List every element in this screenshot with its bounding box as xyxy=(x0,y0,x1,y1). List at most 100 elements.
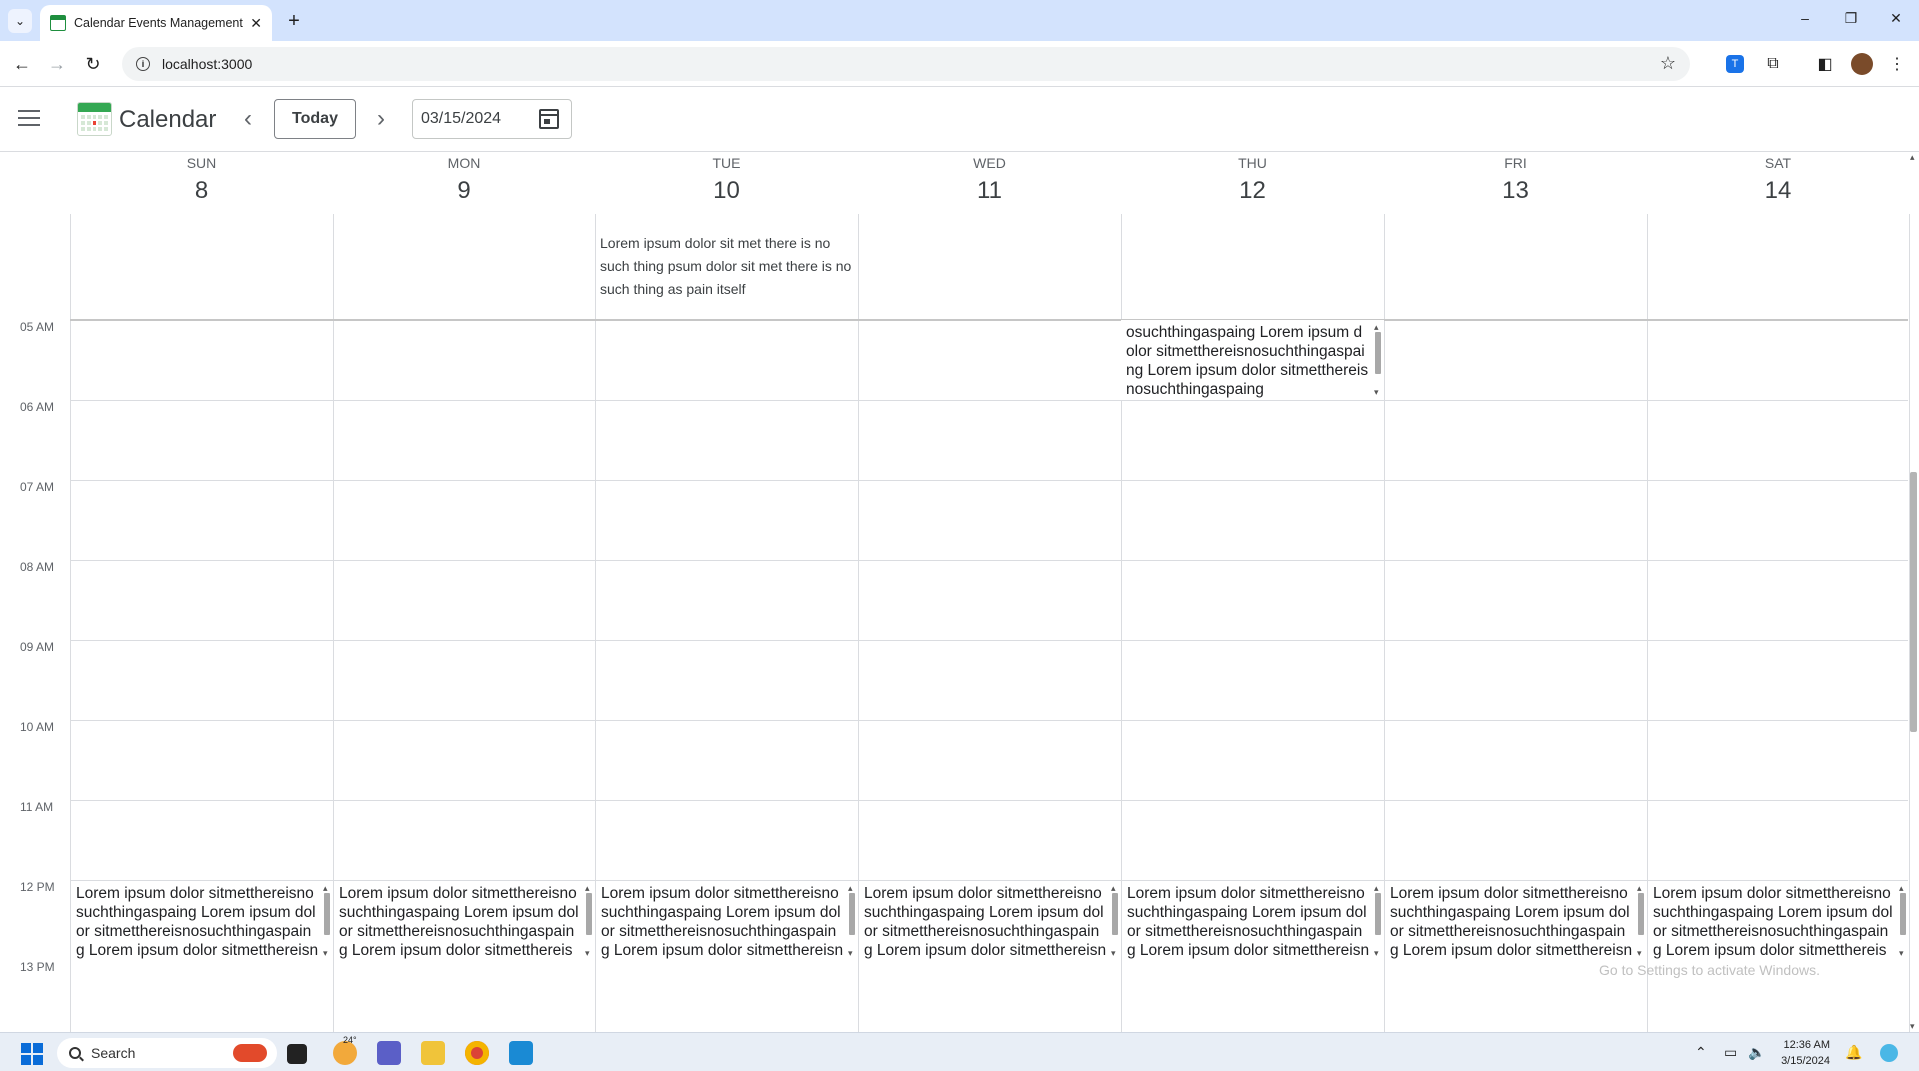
menu-icon[interactable] xyxy=(18,110,40,126)
volume-icon[interactable]: 🔈 xyxy=(1748,1044,1765,1061)
previous-week-button[interactable]: ‹ xyxy=(236,105,260,133)
close-window-button[interactable]: ✕ xyxy=(1886,10,1906,27)
event-scrollbar[interactable] xyxy=(1111,881,1119,961)
calendar-logo-icon xyxy=(77,102,112,136)
bookmark-star-icon[interactable]: ☆ xyxy=(1660,53,1676,74)
clock-date: 3/15/2024 xyxy=(1781,1055,1830,1067)
new-tab-button[interactable]: + xyxy=(282,9,306,33)
date-value: 03/15/2024 xyxy=(421,110,502,127)
day-of-week: THU xyxy=(1238,155,1267,171)
tray-overflow-icon[interactable]: ⌃ xyxy=(1695,1044,1707,1061)
taskbar-clock[interactable]: 12:36 AM 3/15/2024 xyxy=(1770,1037,1830,1069)
day-header-sat[interactable]: SAT 14 xyxy=(1647,152,1909,214)
hour-line xyxy=(70,640,1908,641)
restore-button[interactable]: ❐ xyxy=(1841,10,1861,27)
event-tue-allday[interactable]: Lorem ipsum dolor sit met there is no su… xyxy=(600,232,854,301)
profile-avatar[interactable] xyxy=(1851,53,1873,75)
event-text: Lorem ipsum dolor sitmetthereisnosuchthi… xyxy=(601,885,844,959)
reload-icon[interactable]: ↻ xyxy=(81,52,105,76)
day-of-week: SAT xyxy=(1764,155,1792,171)
scroll-down-arrow-icon[interactable]: ▾ xyxy=(1910,1021,1915,1032)
event-text: Lorem ipsum dolor sitmetthereisnosuchthi… xyxy=(76,885,319,959)
file-manager-app-icon[interactable] xyxy=(287,1044,307,1064)
taskbar-search-box[interactable]: Search xyxy=(57,1038,277,1068)
hour-line xyxy=(70,480,1908,481)
page-scrollbar[interactable]: ▴ ▾ xyxy=(1908,152,1919,1032)
event-sun-noon[interactable]: Lorem ipsum dolor sitmetthereisnosuchthi… xyxy=(71,881,333,961)
extensions-puzzle-icon[interactable]: ⧉ xyxy=(1762,53,1784,75)
vscode-app-icon[interactable] xyxy=(509,1041,533,1065)
day-number: 8 xyxy=(194,177,209,204)
event-scrollbar[interactable] xyxy=(1637,881,1645,961)
day-of-week: FRI xyxy=(1504,155,1527,171)
day-number: 10 xyxy=(713,177,740,204)
day-header-fri[interactable]: FRI 13 xyxy=(1384,152,1647,214)
copilot-icon[interactable] xyxy=(1880,1044,1898,1062)
back-arrow-icon[interactable]: ← xyxy=(10,52,34,76)
address-bar[interactable]: i localhost:3000 ☆ xyxy=(122,47,1690,81)
folder-app-icon[interactable] xyxy=(421,1041,445,1065)
today-button[interactable]: Today xyxy=(274,99,356,139)
event-scrollbar[interactable] xyxy=(1899,881,1907,961)
event-wed-noon[interactable]: Lorem ipsum dolor sitmetthereisnosuchthi… xyxy=(859,881,1121,961)
teams-app-icon[interactable] xyxy=(377,1041,401,1065)
event-scrollbar[interactable] xyxy=(1374,881,1382,961)
day-number: 14 xyxy=(1764,177,1792,204)
tab-search-button[interactable]: ⌄ xyxy=(8,9,32,33)
forward-arrow-icon[interactable]: → xyxy=(45,52,69,76)
day-header-mon[interactable]: MON 9 xyxy=(333,152,595,214)
event-scrollbar[interactable] xyxy=(585,881,593,961)
search-icon xyxy=(69,1047,81,1059)
hour-label: 09 AM xyxy=(20,640,55,654)
event-mon-noon[interactable]: Lorem ipsum dolor sitmetthereisnosuchthi… xyxy=(334,881,595,961)
event-thu-noon[interactable]: Lorem ipsum dolor sitmetthereisnosuchthi… xyxy=(1122,881,1384,961)
allday-divider xyxy=(70,319,1908,321)
day-header-thu[interactable]: THU 12 xyxy=(1121,152,1384,214)
calendar-picker-icon[interactable] xyxy=(539,109,559,129)
scroll-up-arrow-icon[interactable]: ▴ xyxy=(1910,152,1915,163)
event-text: Lorem ipsum dolor sitmetthereisnosuchthi… xyxy=(864,885,1107,959)
week-view: SUN 8 MON 9 TUE 10 WED 11 THU 12 FRI 13 … xyxy=(0,152,1919,1032)
day-number: 12 xyxy=(1239,177,1266,204)
chrome-app-icon[interactable] xyxy=(465,1041,489,1065)
app-title: Calendar xyxy=(119,106,217,133)
hour-line xyxy=(70,800,1908,801)
calendar-header: Calendar ‹ Today › 03/15/2024 xyxy=(0,87,1919,152)
day-header-wed[interactable]: WED 11 xyxy=(858,152,1121,214)
event-sat-noon[interactable]: Lorem ipsum dolor sitmetthereisnosuchthi… xyxy=(1648,881,1909,961)
calendar-favicon-icon xyxy=(50,15,66,31)
browser-menu-icon[interactable]: ⋮ xyxy=(1886,53,1908,75)
site-info-icon[interactable]: i xyxy=(136,57,150,71)
event-scrollbar[interactable] xyxy=(323,881,331,961)
windows-activation-watermark: Go to Settings to activate Windows. xyxy=(1599,962,1820,978)
event-scrollbar[interactable] xyxy=(1374,320,1382,400)
notification-bell-icon[interactable]: 🔔 xyxy=(1845,1044,1862,1061)
extension-blue-icon[interactable]: T xyxy=(1726,55,1744,73)
event-scrollbar[interactable] xyxy=(848,881,856,961)
event-tue-noon[interactable]: Lorem ipsum dolor sitmetthereisnosuchthi… xyxy=(596,881,858,961)
hour-label: 06 AM xyxy=(20,400,55,414)
side-panel-icon[interactable]: ◧ xyxy=(1814,53,1836,75)
event-text: osuchthingaspaing Lorem ipsum dolor sitm… xyxy=(1126,324,1369,398)
weather-app-icon[interactable]: 24° xyxy=(333,1035,357,1065)
hour-label: 11 AM xyxy=(20,800,54,814)
event-thu-5am[interactable]: osuchthingaspaing Lorem ipsum dolor sitm… xyxy=(1121,320,1384,400)
browser-tab-active[interactable]: Calendar Events Management ✕ xyxy=(40,5,272,41)
day-header-sun[interactable]: SUN 8 xyxy=(70,152,333,214)
tab-close-icon[interactable]: ✕ xyxy=(250,15,262,32)
windows-taskbar: Search 24° ⌃ ▭ 🔈 12:36 AM 3/15/2024 🔔 xyxy=(0,1032,1919,1071)
network-icon[interactable]: ▭ xyxy=(1724,1044,1737,1061)
scrollbar-thumb[interactable] xyxy=(1910,472,1917,732)
date-picker-field[interactable]: 03/15/2024 xyxy=(412,99,572,139)
minimize-button[interactable]: – xyxy=(1795,10,1815,26)
event-fri-noon[interactable]: Lorem ipsum dolor sitmetthereisnosuchthi… xyxy=(1385,881,1647,961)
event-text: Lorem ipsum dolor sitmetthereisnosuchthi… xyxy=(1390,885,1633,959)
next-week-button[interactable]: › xyxy=(369,105,393,133)
day-of-week: WED xyxy=(973,155,1006,171)
search-placeholder: Search xyxy=(91,1045,136,1061)
browser-tabstrip: ⌄ Calendar Events Management ✕ + – ❐ ✕ xyxy=(0,0,1919,41)
day-header-tue[interactable]: TUE 10 xyxy=(595,152,858,214)
windows-start-icon[interactable] xyxy=(21,1043,43,1065)
day-number: 13 xyxy=(1502,177,1529,204)
hour-label: 07 AM xyxy=(20,480,55,494)
